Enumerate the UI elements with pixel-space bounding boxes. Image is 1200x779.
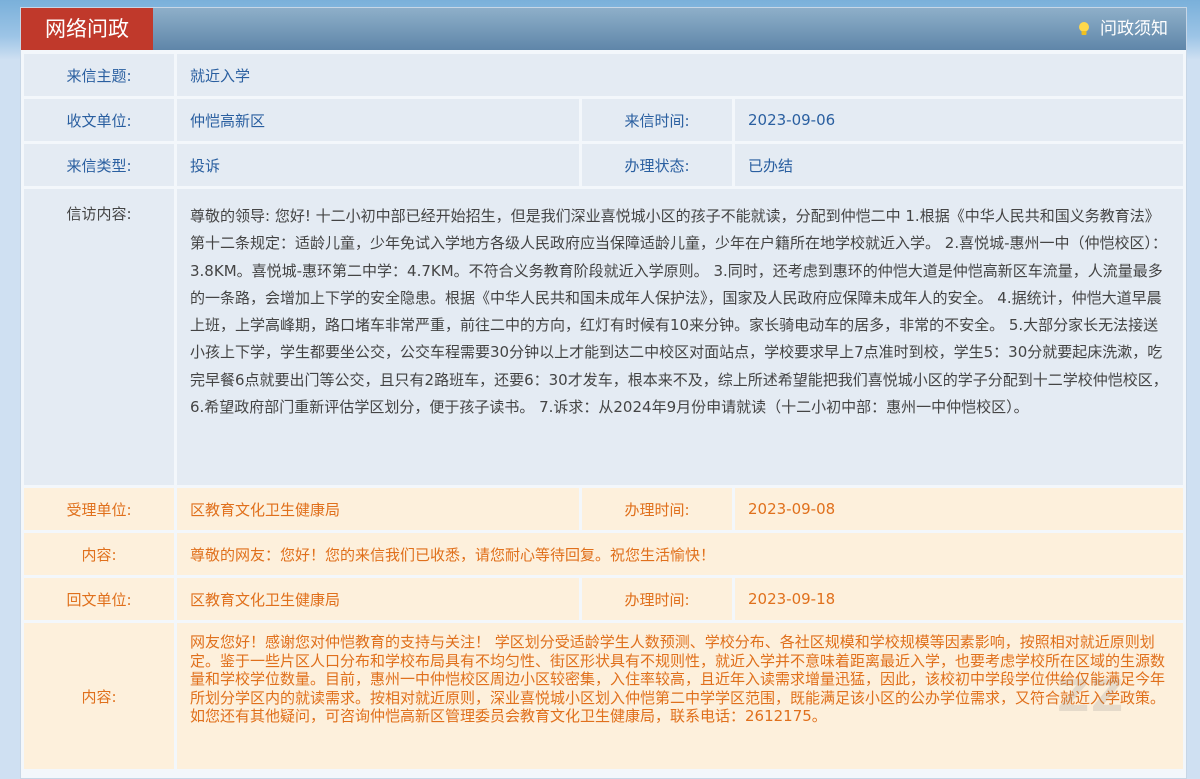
row-type: 来信类型: 投诉 办理状态: 已办结	[21, 144, 1186, 186]
accept-time-label: 办理时间:	[582, 488, 732, 530]
reply-unit-label: 回文单位:	[24, 578, 174, 620]
row-subject: 来信主题: 就近入学	[21, 54, 1186, 96]
row-accept-content: 内容: 尊敬的网友：您好！您的来信我们已收悉，请您耐心等待回复。祝您生活愉快！	[21, 533, 1186, 575]
petition-panel: 网络问政 问政须知 来信主题: 就近入学 收文单位: 仲恺高新区 来信时间: 2…	[20, 7, 1187, 779]
subject-value: 就近入学	[177, 54, 1183, 96]
accept-time-value: 2023-09-08	[735, 488, 1183, 530]
recipient-label: 收文单位:	[24, 99, 174, 141]
row-recipient: 收文单位: 仲恺高新区 来信时间: 2023-09-06	[21, 99, 1186, 141]
type-label: 来信类型:	[24, 144, 174, 186]
status-value: 已办结	[735, 144, 1183, 186]
row-reply-content: 内容: 网友您好！感谢您对仲恺教育的支持与关注！ 学区划分受适龄学生人数预测、学…	[21, 623, 1186, 769]
reply-unit-value: 区教育文化卫生健康局	[177, 578, 579, 620]
subject-label: 来信主题:	[24, 54, 174, 96]
accept-content-label: 内容:	[24, 533, 174, 575]
reply-time-value: 2023-09-18	[735, 578, 1183, 620]
notice-link[interactable]: 问政须知	[1078, 8, 1168, 50]
letter-time-label: 来信时间:	[582, 99, 732, 141]
letter-content-value: 尊敬的领导: 您好! 十二小初中部已经开始招生，但是我们深业喜悦城小区的孩子不能…	[177, 189, 1183, 485]
reply-content-value: 网友您好！感谢您对仲恺教育的支持与关注！ 学区划分受适龄学生人数预测、学校分布、…	[177, 623, 1183, 769]
page-title: 网络问政	[21, 8, 153, 50]
accept-content-value: 尊敬的网友：您好！您的来信我们已收悉，请您耐心等待回复。祝您生活愉快！	[177, 533, 1183, 575]
row-accept-unit: 受理单位: 区教育文化卫生健康局 办理时间: 2023-09-08	[21, 488, 1186, 530]
notice-label: 问政须知	[1100, 19, 1168, 39]
type-value: 投诉	[177, 144, 579, 186]
reply-time-label: 办理时间:	[582, 578, 732, 620]
watermark: ZZ	[1057, 671, 1125, 722]
letter-time-value: 2023-09-06	[735, 99, 1183, 141]
title-bar: 网络问政 问政须知	[21, 8, 1186, 50]
recipient-value: 仲恺高新区	[177, 99, 579, 141]
lightbulb-icon	[1078, 21, 1090, 37]
status-label: 办理状态:	[582, 144, 732, 186]
letter-content-label: 信访内容:	[24, 189, 174, 485]
accept-unit-label: 受理单位:	[24, 488, 174, 530]
row-reply-unit: 回文单位: 区教育文化卫生健康局 办理时间: 2023-09-18	[21, 578, 1186, 620]
row-letter-content: 信访内容: 尊敬的领导: 您好! 十二小初中部已经开始招生，但是我们深业喜悦城小…	[21, 189, 1186, 485]
reply-content-label: 内容:	[24, 623, 174, 769]
accept-unit-value: 区教育文化卫生健康局	[177, 488, 579, 530]
